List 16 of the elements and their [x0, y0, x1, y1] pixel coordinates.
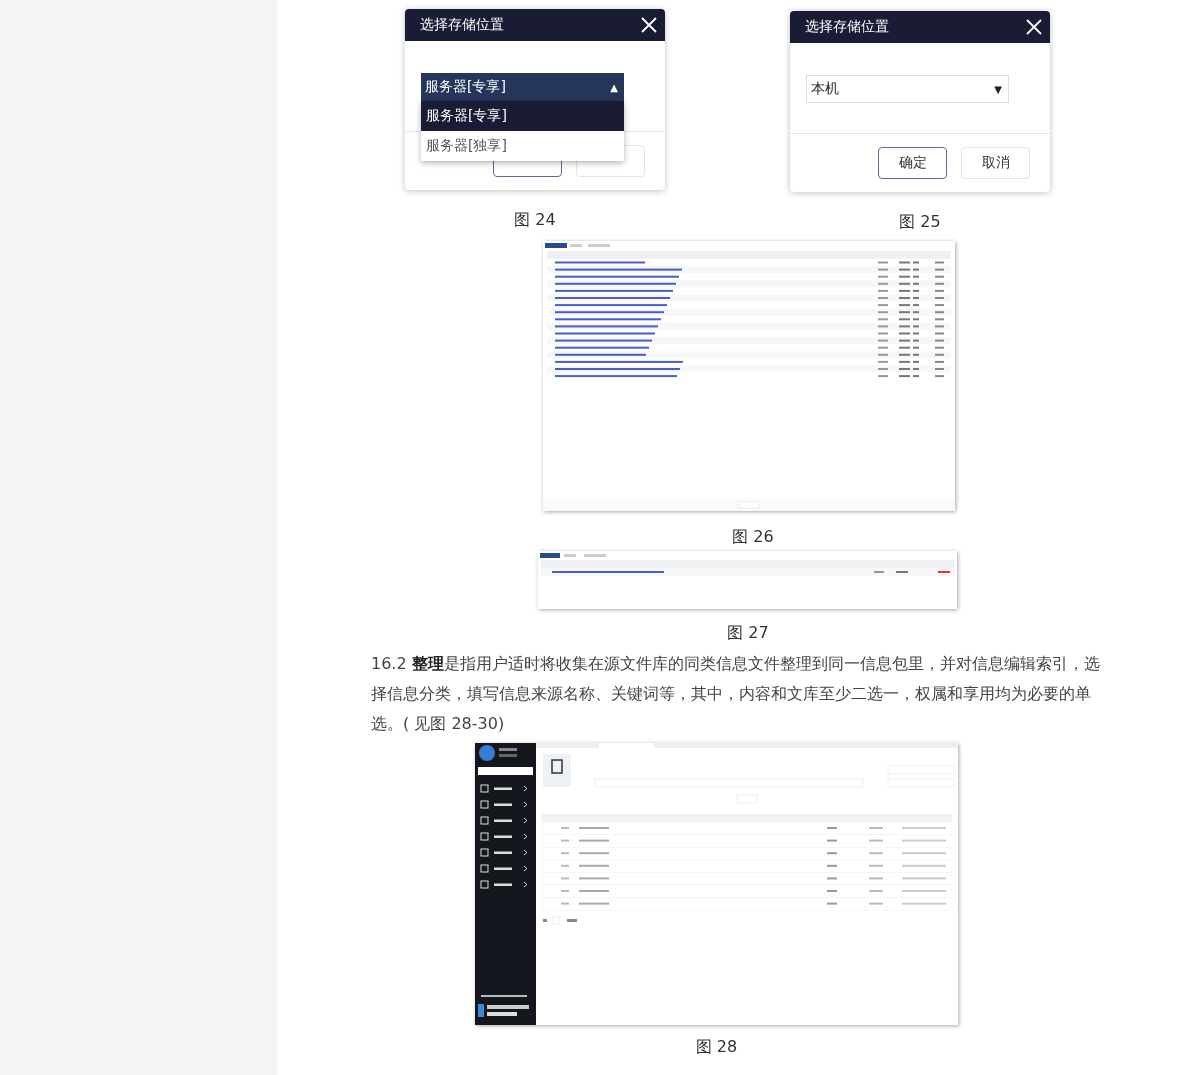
dropdown-option[interactable]: 服务器[专享] [421, 101, 624, 131]
storage-select[interactable]: 本机 ▼ [806, 75, 1009, 103]
figure-caption: 图 24 [513, 210, 557, 231]
body-paragraph: 16.2 整理是指用户适时将收集在源文件库的同类信息文件整理到同一信息包里，并对信息编辑索引，选择信息分类，填写信息来源名称、关键词等，其中，内容和文库至少二选一，权属和享用均为必要的单选。( 见图 28-30) [371, 653, 1101, 735]
confirm-button[interactable]: 确定 [878, 147, 947, 179]
storage-select[interactable]: 服务器[专享] ▲ [421, 73, 624, 101]
figure-caption: 图 26 [731, 527, 775, 547]
figure-caption: 图 25 [898, 212, 942, 233]
figure-caption: 图 27 [726, 623, 770, 643]
dialog-title: 选择存储位置 [420, 16, 504, 34]
dropdown-option[interactable]: 服务器[独享] [421, 131, 624, 161]
cancel-button[interactable]: 取消 [961, 147, 1030, 179]
dialog-title: 选择存储位置 [805, 18, 889, 36]
close-icon[interactable] [641, 17, 657, 33]
close-icon[interactable] [1026, 19, 1042, 35]
figure-caption: 图 28 [694, 1037, 739, 1057]
